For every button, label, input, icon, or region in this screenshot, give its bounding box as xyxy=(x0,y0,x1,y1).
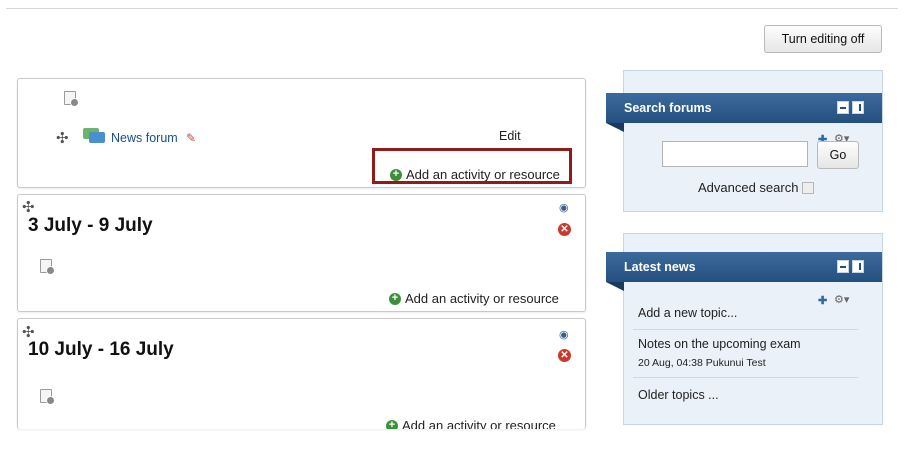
move-icon[interactable]: ✣ xyxy=(22,200,35,215)
edit-menu[interactable]: Edit xyxy=(499,129,521,143)
dock-icon[interactable] xyxy=(852,260,864,273)
news-forum-link[interactable]: News forum xyxy=(111,131,178,145)
add-new-topic-link[interactable]: Add a new topic... xyxy=(638,306,737,320)
go-button[interactable]: Go xyxy=(817,141,859,169)
news-post-title[interactable]: Notes on the upcoming exam xyxy=(638,337,801,351)
search-input[interactable] xyxy=(662,141,808,167)
move-icon[interactable]: ✣ xyxy=(56,131,69,146)
advanced-search-link[interactable]: Advanced search xyxy=(698,180,798,195)
delete-icon[interactable]: ✕ xyxy=(558,349,571,362)
document-icon xyxy=(40,389,55,405)
help-icon[interactable] xyxy=(802,181,815,194)
add-activity-label: Add an activity or resource xyxy=(405,291,559,306)
minimize-icon[interactable] xyxy=(837,260,849,273)
add-activity-link[interactable]: + Add an activity or resource xyxy=(386,418,556,429)
section-title: 3 July - 9 July xyxy=(28,215,153,236)
course-section-1: ✣ 3 July - 9 July ◉ ✕ + Add an activity … xyxy=(17,194,586,312)
add-icon: + xyxy=(389,292,401,305)
older-topics-link[interactable]: Older topics ... xyxy=(638,388,719,402)
minimize-icon[interactable] xyxy=(837,101,849,114)
section-title: 10 July - 16 July xyxy=(28,339,174,360)
block-header: Search forums xyxy=(606,93,882,132)
document-icon xyxy=(40,259,55,275)
dock-icon[interactable] xyxy=(852,101,864,114)
advanced-search[interactable]: Advanced search xyxy=(698,180,815,195)
divider xyxy=(633,377,858,378)
move-block-icon[interactable]: ✚ xyxy=(818,294,827,307)
course-section-2: ✣ 10 July - 16 July ◉ ✕ + Add an activit… xyxy=(17,318,586,429)
block-title: Search forums xyxy=(624,101,712,115)
news-post-meta: 20 Aug, 04:38 Pukunui Test xyxy=(638,357,766,369)
divider xyxy=(633,329,858,330)
block-header: Latest news xyxy=(606,252,882,291)
document-icon xyxy=(64,91,79,107)
move-icon[interactable]: ✣ xyxy=(22,325,35,340)
add-icon: + xyxy=(386,419,398,429)
block-title: Latest news xyxy=(624,260,696,274)
pencil-icon[interactable]: ✎ xyxy=(186,131,196,145)
highlight-box xyxy=(372,148,572,184)
delete-icon[interactable]: ✕ xyxy=(558,223,571,236)
forum-icon xyxy=(82,127,106,145)
add-activity-link[interactable]: + Add an activity or resource xyxy=(389,291,559,306)
eye-icon[interactable]: ◉ xyxy=(559,201,569,214)
add-activity-label: Add an activity or resource xyxy=(402,418,556,429)
eye-icon[interactable]: ◉ xyxy=(559,328,569,341)
gear-icon[interactable]: ⚙▾ xyxy=(834,293,849,306)
turn-editing-off-button[interactable]: Turn editing off xyxy=(764,25,882,53)
